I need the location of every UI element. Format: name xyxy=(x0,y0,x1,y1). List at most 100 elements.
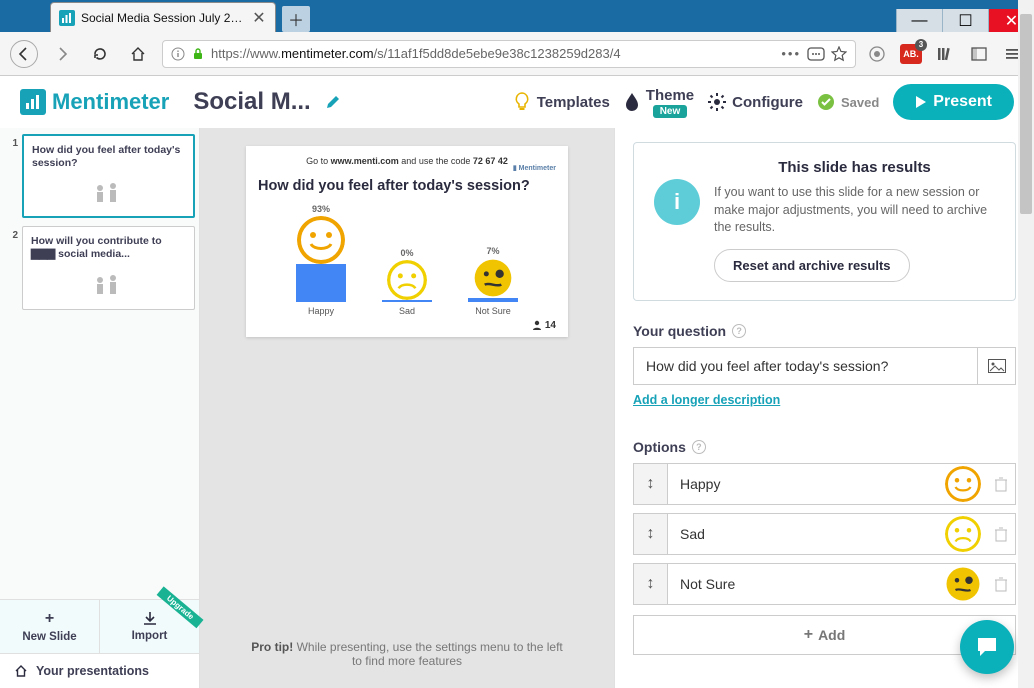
info-description: If you want to use this slide for a new … xyxy=(714,184,995,237)
help-icon[interactable]: ? xyxy=(692,440,706,454)
delete-option-icon[interactable] xyxy=(987,526,1015,542)
preview-question: How did you feel after today's session? xyxy=(258,178,556,194)
drag-handle-icon[interactable]: ↕ xyxy=(634,564,668,604)
drag-handle-icon[interactable]: ↕ xyxy=(634,464,668,504)
archive-results-button[interactable]: Reset and archive results xyxy=(714,249,910,282)
browser-tab[interactable]: Social Media Session July 26th ✕ xyxy=(50,2,276,32)
url-text: https://www.mentimeter.com/s/11af1f5dd8d… xyxy=(211,46,775,61)
window-maximize-button[interactable]: ☐ xyxy=(942,9,988,32)
chart-bar: 7% Not Sure xyxy=(463,246,523,316)
left-sidebar: 1 How did you feel after today's session… xyxy=(0,128,200,688)
lock-icon xyxy=(191,47,205,61)
slide-thumbnail[interactable]: How did you feel after today's session? xyxy=(22,134,195,218)
new-tab-button[interactable]: ＋ xyxy=(282,6,310,32)
home-icon xyxy=(14,664,28,678)
library-icon[interactable] xyxy=(934,43,956,65)
info-icon xyxy=(171,47,185,61)
option-row: ↕ xyxy=(633,513,1016,555)
url-field[interactable]: https://www.mentimeter.com/s/11af1f5dd8d… xyxy=(162,40,856,68)
theme-link[interactable]: Theme New xyxy=(624,87,694,118)
edit-title-icon[interactable] xyxy=(325,94,341,110)
scrollbar[interactable] xyxy=(1018,128,1034,688)
brand-name: Mentimeter xyxy=(52,89,169,115)
nav-home-button[interactable] xyxy=(124,40,152,68)
options-label: Options ? xyxy=(633,439,1016,455)
extension-abp-icon[interactable]: AB. 3 xyxy=(900,44,922,64)
happy-face-icon[interactable] xyxy=(945,466,981,502)
results-info-box: i This slide has results If you want to … xyxy=(633,142,1016,301)
gear-icon xyxy=(708,93,726,111)
drop-icon xyxy=(624,92,640,112)
slide-list: 1 How did you feel after today's session… xyxy=(0,128,199,599)
info-title: This slide has results xyxy=(714,159,995,176)
new-slide-button[interactable]: + New Slide xyxy=(0,600,100,653)
preview-pane: Go to www.menti.com and use the code 72 … xyxy=(200,128,614,688)
presentation-title: Social M... xyxy=(193,88,310,116)
templates-link[interactable]: Templates xyxy=(513,91,610,113)
sad-face-icon[interactable] xyxy=(945,516,981,552)
url-more-icon[interactable]: ••• xyxy=(781,46,801,61)
sidebar-toggle-icon[interactable] xyxy=(968,43,990,65)
add-description-link[interactable]: Add a longer description xyxy=(633,393,780,407)
chart-type-icon xyxy=(32,170,185,216)
chart-bar: 93% Happy xyxy=(291,204,351,316)
drag-handle-icon[interactable]: ↕ xyxy=(634,514,668,554)
nav-forward-button[interactable] xyxy=(48,40,76,68)
import-icon xyxy=(142,611,158,627)
delete-option-icon[interactable] xyxy=(987,576,1015,592)
preview-chart: 93% Happy 0% Sad 7% xyxy=(258,204,556,316)
help-icon[interactable]: ? xyxy=(732,324,746,338)
happy-face-icon xyxy=(297,216,345,264)
add-option-button[interactable]: + Add xyxy=(633,615,1016,655)
plus-icon: + xyxy=(45,610,54,628)
new-badge: New xyxy=(653,105,688,118)
reader-icon[interactable] xyxy=(807,47,825,61)
option-row: ↕ xyxy=(633,563,1016,605)
settings-panel: i This slide has results If you want to … xyxy=(614,128,1034,688)
bookmark-star-icon[interactable] xyxy=(831,46,847,62)
option-row: ↕ xyxy=(633,463,1016,505)
option-input[interactable] xyxy=(668,476,945,492)
brand-mark-icon xyxy=(20,89,46,115)
protip-text: Pro tip! While presenting, use the setti… xyxy=(218,632,596,678)
saved-status: Saved xyxy=(817,93,879,111)
unsure-face-icon xyxy=(473,258,513,298)
check-circle-icon xyxy=(817,93,835,111)
info-icon: i xyxy=(654,179,700,225)
brand-logo[interactable]: Mentimeter xyxy=(20,89,169,115)
titlebar: Social Media Session July 26th ✕ ＋ — ☐ ✕ xyxy=(0,0,1034,32)
chat-icon xyxy=(974,634,1000,660)
unsure-face-icon[interactable] xyxy=(945,566,981,602)
import-button[interactable]: Import Upgrade xyxy=(100,600,199,653)
abp-badge: 3 xyxy=(915,39,927,51)
app-header: Mentimeter Social M... Templates Theme N… xyxy=(0,76,1034,128)
play-icon xyxy=(915,95,927,109)
option-input[interactable] xyxy=(668,576,945,592)
slide-preview[interactable]: Go to www.menti.com and use the code 72 … xyxy=(246,146,568,337)
chart-bar: 0% Sad xyxy=(377,248,437,316)
sad-face-icon xyxy=(387,260,427,300)
your-presentations-link[interactable]: Your presentations xyxy=(0,653,199,688)
present-button[interactable]: Present xyxy=(893,84,1014,120)
delete-option-icon[interactable] xyxy=(987,476,1015,492)
nav-reload-button[interactable] xyxy=(86,40,114,68)
slide-thumbnail[interactable]: How will you contribute to ▇▇▇ social me… xyxy=(22,226,195,310)
option-input[interactable] xyxy=(668,526,945,542)
lightbulb-icon xyxy=(513,91,531,113)
question-input[interactable] xyxy=(634,348,977,384)
chart-type-icon xyxy=(31,261,186,309)
slide-number: 2 xyxy=(4,226,18,310)
window-minimize-button[interactable]: — xyxy=(896,9,942,32)
nav-back-button[interactable] xyxy=(10,40,38,68)
tab-title: Social Media Session July 26th xyxy=(81,11,245,25)
chat-fab-button[interactable] xyxy=(960,620,1014,674)
plus-icon: + xyxy=(804,626,813,644)
scrollbar-thumb[interactable] xyxy=(1020,128,1032,214)
slide-number: 1 xyxy=(4,134,18,218)
extension-ghostery-icon[interactable] xyxy=(866,43,888,65)
tab-favicon xyxy=(59,10,75,26)
person-icon xyxy=(532,320,542,330)
configure-link[interactable]: Configure xyxy=(708,93,803,111)
add-image-button[interactable] xyxy=(977,348,1015,384)
tab-close-icon[interactable]: ✕ xyxy=(251,10,267,26)
